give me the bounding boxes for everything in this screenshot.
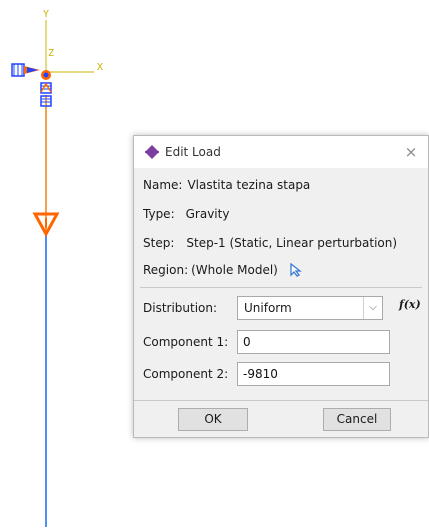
ok-button[interactable]: OK <box>178 408 248 431</box>
component2-input[interactable] <box>237 362 390 386</box>
arrow-cursor-icon[interactable] <box>290 262 302 277</box>
button-separator <box>134 400 428 401</box>
step-row: Step: Step-1 (Static, Linear perturbation… <box>143 236 397 250</box>
distribution-value: Uniform <box>244 301 292 315</box>
step-value: Step-1 (Static, Linear perturbation) <box>186 236 398 250</box>
region-value: (Whole Model) <box>191 263 278 277</box>
step-label: Step: <box>143 236 175 250</box>
name-row: Name: Vlastita tezina stapa <box>143 178 310 192</box>
component2-label: Component 2: <box>143 367 229 381</box>
component1-input[interactable] <box>237 330 390 354</box>
separator <box>140 287 422 288</box>
name-label: Name: <box>143 178 183 192</box>
z-axis-label: Z <box>48 48 55 59</box>
chevron-down-icon[interactable]: ⌵ <box>363 297 382 319</box>
name-value: Vlastita tezina stapa <box>187 178 311 192</box>
dialog-title: Edit Load <box>165 145 221 159</box>
fx-button[interactable]: f(x) <box>399 298 421 311</box>
x-axis-label: X <box>97 62 104 73</box>
region-row: Region: (Whole Model) <box>143 262 302 277</box>
region-label: Region: <box>143 263 189 277</box>
distribution-select[interactable]: Uniform ⌵ <box>237 296 383 320</box>
type-label: Type: <box>143 207 175 221</box>
close-button[interactable]: × <box>400 141 422 163</box>
component1-label: Component 1: <box>143 335 229 349</box>
cancel-button[interactable]: Cancel <box>323 408 391 431</box>
close-icon: × <box>404 143 418 161</box>
type-value: Gravity <box>185 207 230 221</box>
load-icon <box>145 145 159 159</box>
edit-load-dialog: Edit Load × Name: Vlastita tezina stapa T… <box>133 135 429 438</box>
dialog-titlebar[interactable]: Edit Load × <box>134 136 428 168</box>
type-row: Type: Gravity <box>143 207 229 221</box>
distribution-label: Distribution: <box>143 301 218 315</box>
y-axis-label: Y <box>43 9 50 20</box>
